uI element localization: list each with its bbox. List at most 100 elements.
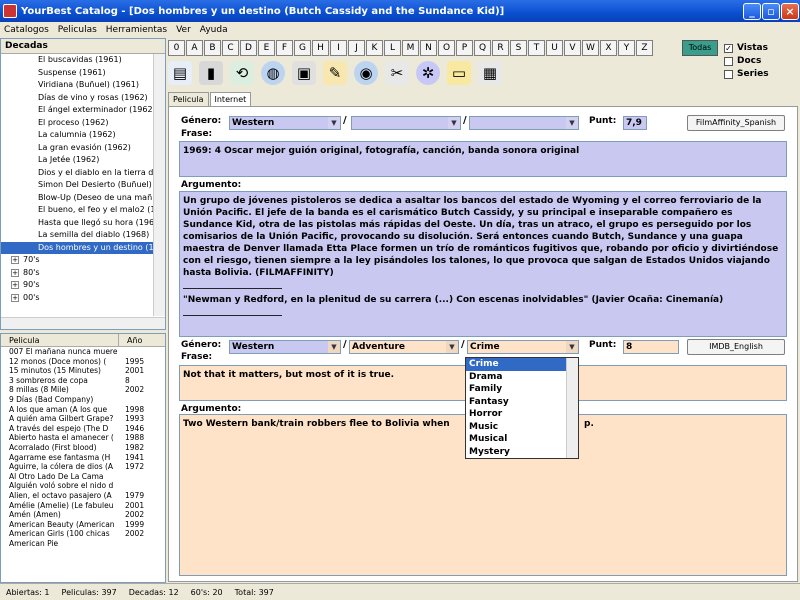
column-header-title[interactable]: Pelicula [1, 334, 119, 346]
dropdown-option[interactable]: Family [466, 383, 578, 396]
chevron-down-icon[interactable]: ▼ [566, 341, 578, 353]
alpha-button[interactable]: K [366, 40, 383, 56]
expand-plus-icon[interactable]: + [11, 268, 19, 277]
alpha-button[interactable]: V [564, 40, 581, 56]
checkbox-vistas[interactable]: ✓ Vistas [724, 43, 768, 53]
tree-item[interactable]: La Jetée (1962) [1, 154, 165, 167]
tree-item[interactable]: La calumnia (1962) [1, 129, 165, 142]
tools-icon[interactable]: ✂ [385, 61, 409, 85]
alpha-button[interactable]: U [546, 40, 563, 56]
tree-item[interactable]: Blow-Up (Deseo de una mañ [1, 192, 165, 205]
tab-internet[interactable]: Internet [209, 92, 252, 106]
tree-item[interactable]: El proceso (1962) [1, 117, 165, 130]
alpha-button[interactable]: J [348, 40, 365, 56]
edit-icon[interactable]: ✎ [323, 61, 347, 85]
menu-herramientas[interactable]: Herramientas [106, 25, 167, 35]
dropdown-option[interactable]: Musical [466, 433, 578, 446]
list-row[interactable]: Al Otro Lado De La Cama [1, 472, 165, 482]
list-row[interactable]: Amén (Amen) 2002 [1, 510, 165, 520]
alpha-button[interactable]: N [420, 40, 437, 56]
tree-item[interactable]: Dos hombres y un destino (19 [1, 241, 165, 254]
chevron-down-icon[interactable]: ▼ [328, 117, 340, 129]
menu-ver[interactable]: Ver [176, 25, 191, 35]
checkbox-docs-box[interactable] [724, 56, 733, 66]
genre-combo-imdb-3[interactable]: Crime ▼ [467, 340, 579, 354]
genre-combo-fa-3[interactable]: ▼ [469, 116, 579, 130]
alpha-button[interactable]: P [456, 40, 473, 56]
score-field-fa[interactable]: 7,9 [623, 116, 647, 130]
genre-combo-imdb-2[interactable]: Adventure ▼ [349, 340, 459, 354]
tree-decade-node[interactable]: +00's [1, 292, 165, 305]
dropdown-option[interactable]: Crime [466, 358, 578, 371]
tab-pelicula[interactable]: Pelicula [168, 92, 209, 106]
column-header-year[interactable]: Año [119, 334, 142, 346]
list-row[interactable]: 9 Días (Bad Company) [1, 395, 165, 405]
list-row[interactable]: Agarrame ese fantasma (H 1941 [1, 453, 165, 463]
list-row[interactable]: Aguirre, la cólera de dios (A 1972 [1, 462, 165, 472]
refresh-icon[interactable]: ⟲ [230, 61, 254, 85]
list-row[interactable]: A los que aman (A los que 1998 [1, 405, 165, 415]
alpha-button[interactable]: D [240, 40, 257, 56]
settings-gear-icon[interactable]: ✲ [416, 61, 440, 85]
expand-plus-icon[interactable]: + [11, 281, 19, 289]
list-view-icon[interactable]: ▤ [168, 61, 192, 85]
genre-combo-imdb-1[interactable]: Western ▼ [229, 340, 341, 354]
tree-item[interactable]: Hasta que llegó su hora (1968 [1, 217, 165, 230]
tree-decade-node[interactable]: +70's [1, 254, 165, 267]
web-search-icon[interactable]: ◉ [354, 61, 378, 85]
list-row[interactable]: A través del espejo (The D 1946 [1, 424, 165, 434]
alpha-button[interactable]: R [492, 40, 509, 56]
tree-decade-node[interactable]: +80's [1, 267, 165, 280]
alpha-button[interactable]: X [600, 40, 617, 56]
list-row[interactable]: Abierto hasta el amanecer (1988 [1, 433, 165, 443]
dropdown-option[interactable]: Mystery [466, 446, 578, 459]
alpha-button[interactable]: Q [474, 40, 491, 56]
tree-item[interactable]: El ángel exterminador (1962) [1, 104, 165, 117]
list-row[interactable]: Alguién voló sobre el nido d [1, 481, 165, 491]
tree-item[interactable]: Días de vino y rosas (1962) [1, 92, 165, 105]
alpha-button[interactable]: S [510, 40, 527, 56]
alpha-button[interactable]: F [276, 40, 293, 56]
list-row[interactable]: Acorralado (First blood) 1982 [1, 443, 165, 453]
phrase-field-fa[interactable]: 1969: 4 Oscar mejor guión original, foto… [179, 141, 787, 177]
dropdown-scrollbar[interactable] [566, 358, 578, 458]
alpha-button[interactable]: A [186, 40, 203, 56]
close-button[interactable]: × [781, 3, 799, 20]
tree-item[interactable]: El bueno, el feo y el malo2 (19 [1, 204, 165, 217]
list-row[interactable]: A quién ama Gilbert Grape? 1993 [1, 414, 165, 424]
save-disk-icon[interactable]: ▮ [199, 61, 223, 85]
chevron-down-icon[interactable]: ▼ [446, 341, 458, 353]
tree-decade-node[interactable]: +90's [1, 279, 165, 292]
list-row[interactable]: American Pie [1, 539, 165, 549]
plot-field-fa[interactable]: Un grupo de jóvenes pistoleros se dedica… [179, 191, 787, 337]
dropdown-option[interactable]: Music [466, 421, 578, 434]
tree-item[interactable]: La semilla del diablo (1968) [1, 229, 165, 242]
globe-icon[interactable]: ◍ [261, 61, 285, 85]
alpha-button[interactable]: L [384, 40, 401, 56]
genre-combo-fa-1[interactable]: Western ▼ [229, 116, 341, 130]
checkbox-docs[interactable]: Docs [724, 56, 761, 66]
filmaffinity-button[interactable]: FilmAffinity_Spanish [687, 115, 785, 131]
checkbox-series[interactable]: Series [724, 69, 769, 79]
alpha-button[interactable]: W [582, 40, 599, 56]
chevron-down-icon[interactable]: ▼ [448, 117, 460, 129]
list-row[interactable]: 007 El mañana nunca muere [1, 347, 165, 357]
alpha-button[interactable]: 0 [168, 40, 185, 56]
chevron-down-icon[interactable]: ▼ [566, 117, 578, 129]
score-field-imdb[interactable]: 8 [623, 340, 679, 354]
alpha-button[interactable]: E [258, 40, 275, 56]
dropdown-option[interactable]: Fantasy [466, 396, 578, 409]
tree-item[interactable]: Dios y el diablo en la tierra del [1, 167, 165, 180]
tree-item[interactable]: Suspense (1961) [1, 67, 165, 80]
list-row[interactable]: 8 millas (8 Mile) 2002 [1, 385, 165, 395]
tree-item[interactable]: La gran evasión (1962) [1, 142, 165, 155]
tree-vertical-scrollbar[interactable] [153, 54, 165, 316]
menu-catalogos[interactable]: Catalogos [4, 25, 49, 35]
alpha-button[interactable]: Z [636, 40, 653, 56]
alpha-button[interactable]: O [438, 40, 455, 56]
maximize-button[interactable]: ▫ [762, 3, 780, 20]
alpha-button[interactable]: B [204, 40, 221, 56]
menu-peliculas[interactable]: Peliculas [58, 25, 97, 35]
minimize-button[interactable]: _ [743, 3, 761, 20]
alpha-button[interactable]: G [294, 40, 311, 56]
